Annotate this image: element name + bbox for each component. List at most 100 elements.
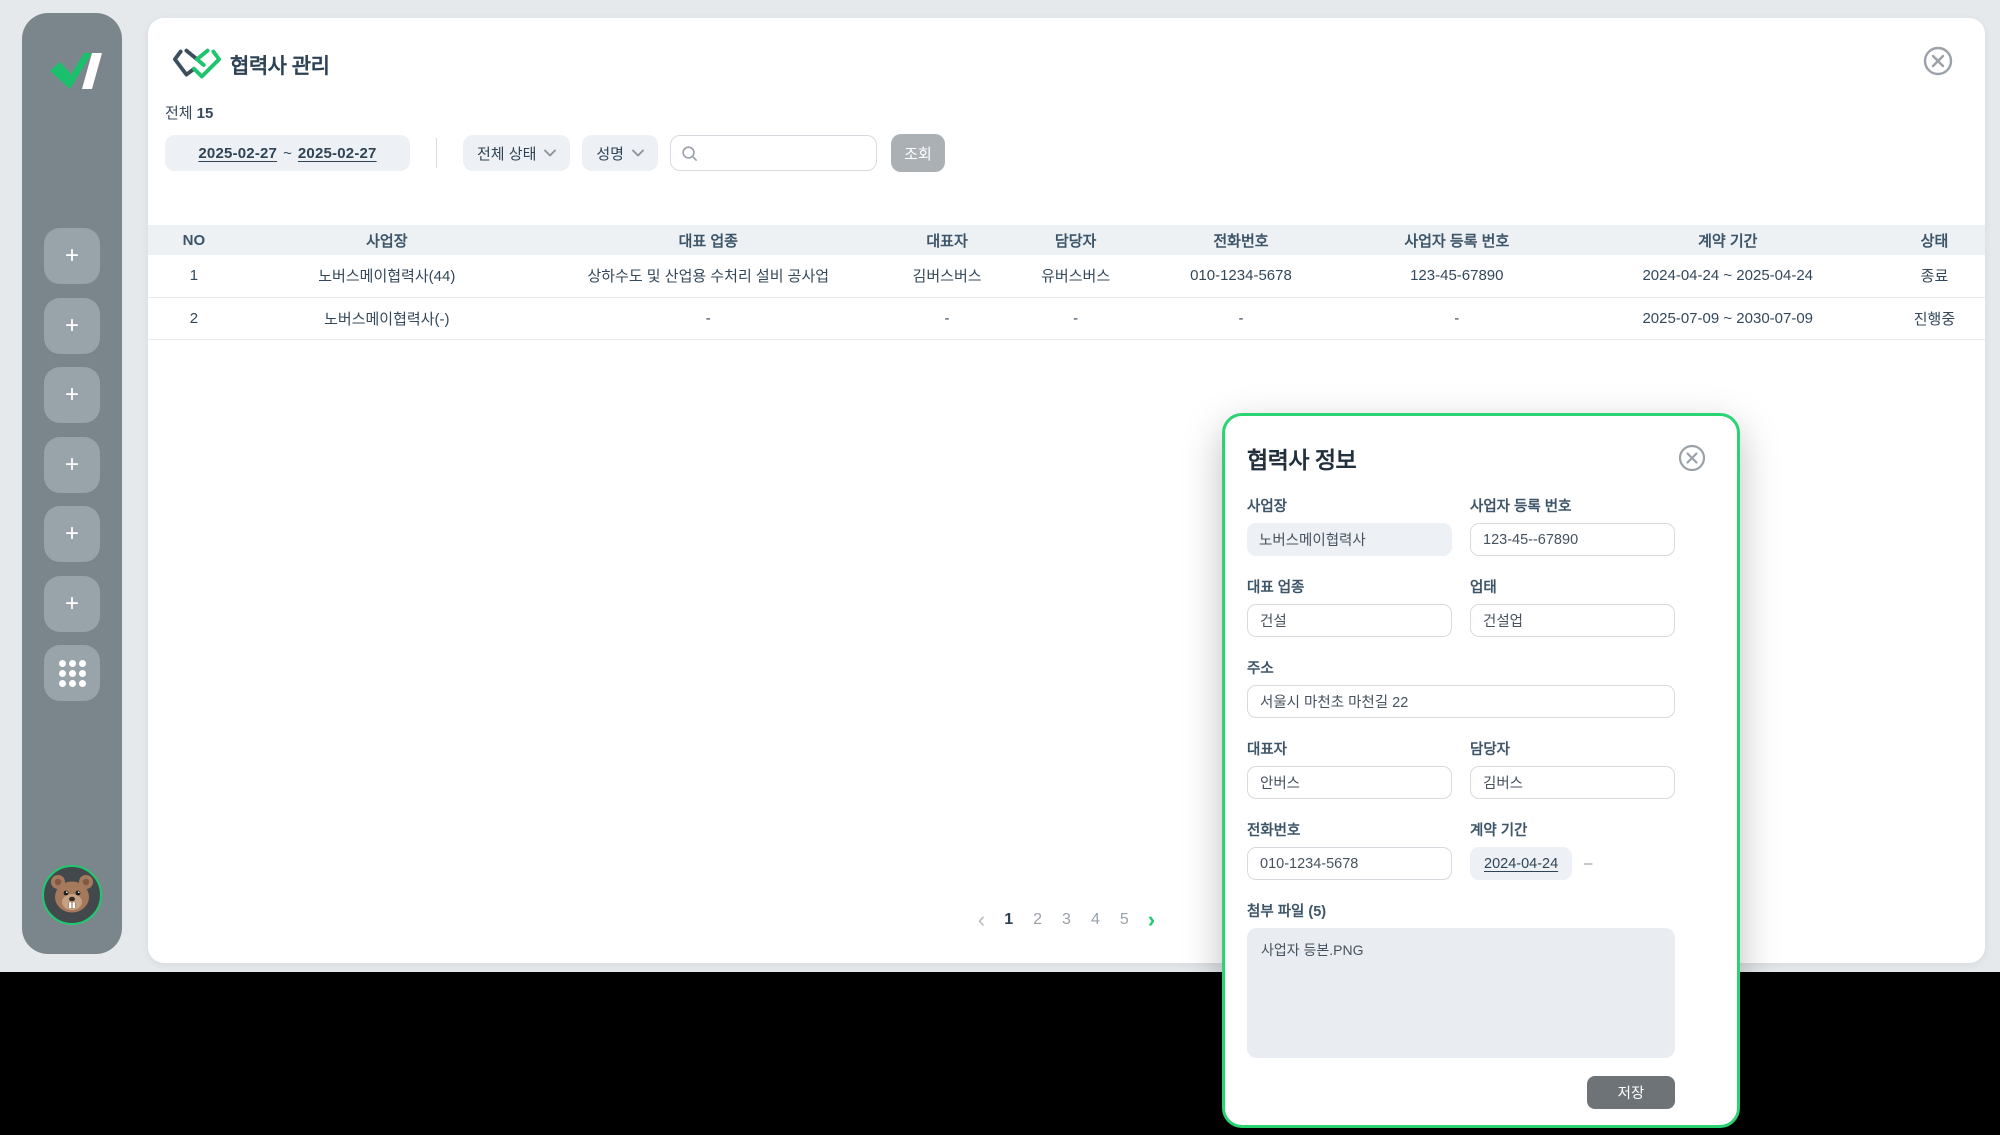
ceo-label: 대표자 xyxy=(1247,738,1452,759)
chevron-left-icon[interactable]: ‹ xyxy=(974,909,989,931)
biztype-field[interactable] xyxy=(1470,604,1675,637)
partners-table: NO 사업장 대표 업종 대표자 담당자 전화번호 사업자 등록 번호 계약 기… xyxy=(148,225,1985,340)
date-range-start[interactable]: 2025-02-27 xyxy=(198,145,277,162)
column-header-regno: 사업자 등록 번호 xyxy=(1342,225,1572,255)
chevron-down-icon xyxy=(632,149,644,157)
cell-regno: 123-45-67890 xyxy=(1342,255,1572,297)
cell-status: 진행중 xyxy=(1884,297,1985,339)
total-count-label: 전체 xyxy=(165,105,193,122)
chevron-right-icon[interactable]: › xyxy=(1144,909,1159,931)
contract-start-date-picker[interactable]: 2024-04-24 xyxy=(1470,847,1572,880)
sidebar-add-button-3[interactable]: + xyxy=(44,367,100,423)
column-header-phone: 전화번호 xyxy=(1140,225,1342,255)
search-field-select[interactable]: 성명 xyxy=(582,135,658,171)
cell-no: 1 xyxy=(148,255,240,297)
sidebar-add-button-4[interactable]: + xyxy=(44,437,100,493)
column-header-no: NO xyxy=(148,225,240,255)
column-header-workplace: 사업장 xyxy=(240,225,534,255)
page-button-5[interactable]: 5 xyxy=(1115,909,1134,931)
column-header-manager: 담당자 xyxy=(1011,225,1140,255)
sidebar: + + + + + + xyxy=(22,13,122,954)
modal-close-button[interactable] xyxy=(1678,444,1706,472)
page-title: 협력사 관리 xyxy=(230,50,329,80)
search-input[interactable] xyxy=(704,138,866,168)
plus-icon: + xyxy=(65,453,79,477)
sidebar-apps-button[interactable] xyxy=(44,645,100,701)
plus-icon: + xyxy=(65,244,79,268)
cell-ceo: - xyxy=(883,297,1012,339)
cell-ceo: 김버스버스 xyxy=(883,255,1012,297)
ceo-field[interactable] xyxy=(1247,766,1452,799)
phone-field[interactable] xyxy=(1247,847,1452,880)
cell-phone: 010-1234-5678 xyxy=(1140,255,1342,297)
cell-phone: - xyxy=(1140,297,1342,339)
status-filter-select[interactable]: 전체 상태 xyxy=(463,135,570,171)
workplace-field xyxy=(1247,523,1452,556)
regno-field[interactable] xyxy=(1470,523,1675,556)
partner-info-modal: 협력사 정보 사업장 사업자 등록 번호 대표 업종 업태 xyxy=(1222,413,1740,1128)
cell-workplace: 노버스메이협력사(-) xyxy=(240,297,534,339)
panel-header: 협력사 관리 xyxy=(148,18,1985,86)
attachments-label: 첨부 파일 (5) xyxy=(1247,900,1675,921)
page-button-1[interactable]: 1 xyxy=(999,909,1018,931)
beaver-avatar-icon xyxy=(44,867,100,923)
table-header-row: NO 사업장 대표 업종 대표자 담당자 전화번호 사업자 등록 번호 계약 기… xyxy=(148,225,1985,255)
manager-label: 담당자 xyxy=(1470,738,1675,759)
plus-icon: + xyxy=(65,314,79,338)
contract-start-date[interactable]: 2024-04-24 xyxy=(1484,856,1558,872)
search-field-value: 성명 xyxy=(596,143,624,164)
page-button-2[interactable]: 2 xyxy=(1028,909,1047,931)
regno-label: 사업자 등록 번호 xyxy=(1470,495,1675,516)
search-box xyxy=(670,135,877,171)
biztype-label: 업태 xyxy=(1470,576,1675,597)
status-filter-value: 전체 상태 xyxy=(477,143,536,164)
attachments-area[interactable]: 사업자 등본.PNG xyxy=(1247,928,1675,1058)
sidebar-add-button-1[interactable]: + xyxy=(44,228,100,284)
handshake-icon xyxy=(172,44,222,86)
modal-content: 사업장 사업자 등록 번호 대표 업종 업태 주소 xyxy=(1247,495,1675,1109)
cell-industry: 상하수도 및 산업용 수처리 설비 공사업 xyxy=(534,255,883,297)
cell-manager: - xyxy=(1011,297,1140,339)
table-row[interactable]: 1 노버스메이협력사(44) 상하수도 및 산업용 수처리 설비 공사업 김버스… xyxy=(148,255,1985,297)
column-header-industry: 대표 업종 xyxy=(534,225,883,255)
save-button[interactable]: 저장 xyxy=(1587,1076,1675,1109)
cell-contract: 2024-04-24 ~ 2025-04-24 xyxy=(1572,255,1884,297)
contract-label: 계약 기간 xyxy=(1470,819,1675,840)
date-range-separator: ~ xyxy=(283,145,292,162)
date-range-picker[interactable]: 2025-02-27 ~ 2025-02-27 xyxy=(165,135,410,171)
sidebar-add-button-2[interactable]: + xyxy=(44,298,100,354)
table-row[interactable]: 2 노버스메이협력사(-) - - - - - 2025-07-09 ~ 203… xyxy=(148,297,1985,339)
plus-icon: + xyxy=(65,592,79,616)
workplace-label: 사업장 xyxy=(1247,495,1452,516)
contract-dash: – xyxy=(1584,855,1592,872)
address-field[interactable] xyxy=(1247,685,1675,718)
plus-icon: + xyxy=(65,383,79,407)
industry-field[interactable] xyxy=(1247,604,1452,637)
magnifier-icon xyxy=(681,145,698,162)
cell-industry: - xyxy=(534,297,883,339)
column-header-ceo: 대표자 xyxy=(883,225,1012,255)
manager-field[interactable] xyxy=(1470,766,1675,799)
sidebar-add-button-5[interactable]: + xyxy=(44,506,100,562)
phone-label: 전화번호 xyxy=(1247,819,1452,840)
cell-contract: 2025-07-09 ~ 2030-07-09 xyxy=(1572,297,1884,339)
page-button-4[interactable]: 4 xyxy=(1086,909,1105,931)
sidebar-add-button-6[interactable]: + xyxy=(44,576,100,632)
date-range-end[interactable]: 2025-02-27 xyxy=(298,145,377,162)
page-button-3[interactable]: 3 xyxy=(1057,909,1076,931)
column-header-contract: 계약 기간 xyxy=(1572,225,1884,255)
attachment-file-name[interactable]: 사업자 등본.PNG xyxy=(1261,942,1364,958)
grid-apps-icon xyxy=(59,660,86,687)
circle-x-icon xyxy=(1923,46,1953,76)
panel-close-button[interactable] xyxy=(1923,46,1953,76)
modal-title: 협력사 정보 xyxy=(1247,441,1737,475)
total-count: 전체15 xyxy=(148,102,1985,123)
search-button[interactable]: 조회 xyxy=(891,134,945,172)
total-count-value: 15 xyxy=(197,105,214,122)
filter-divider xyxy=(436,138,437,168)
column-header-status: 상태 xyxy=(1884,225,1985,255)
industry-label: 대표 업종 xyxy=(1247,576,1452,597)
user-avatar[interactable] xyxy=(42,865,102,925)
cell-no: 2 xyxy=(148,297,240,339)
cell-manager: 유버스버스 xyxy=(1011,255,1140,297)
